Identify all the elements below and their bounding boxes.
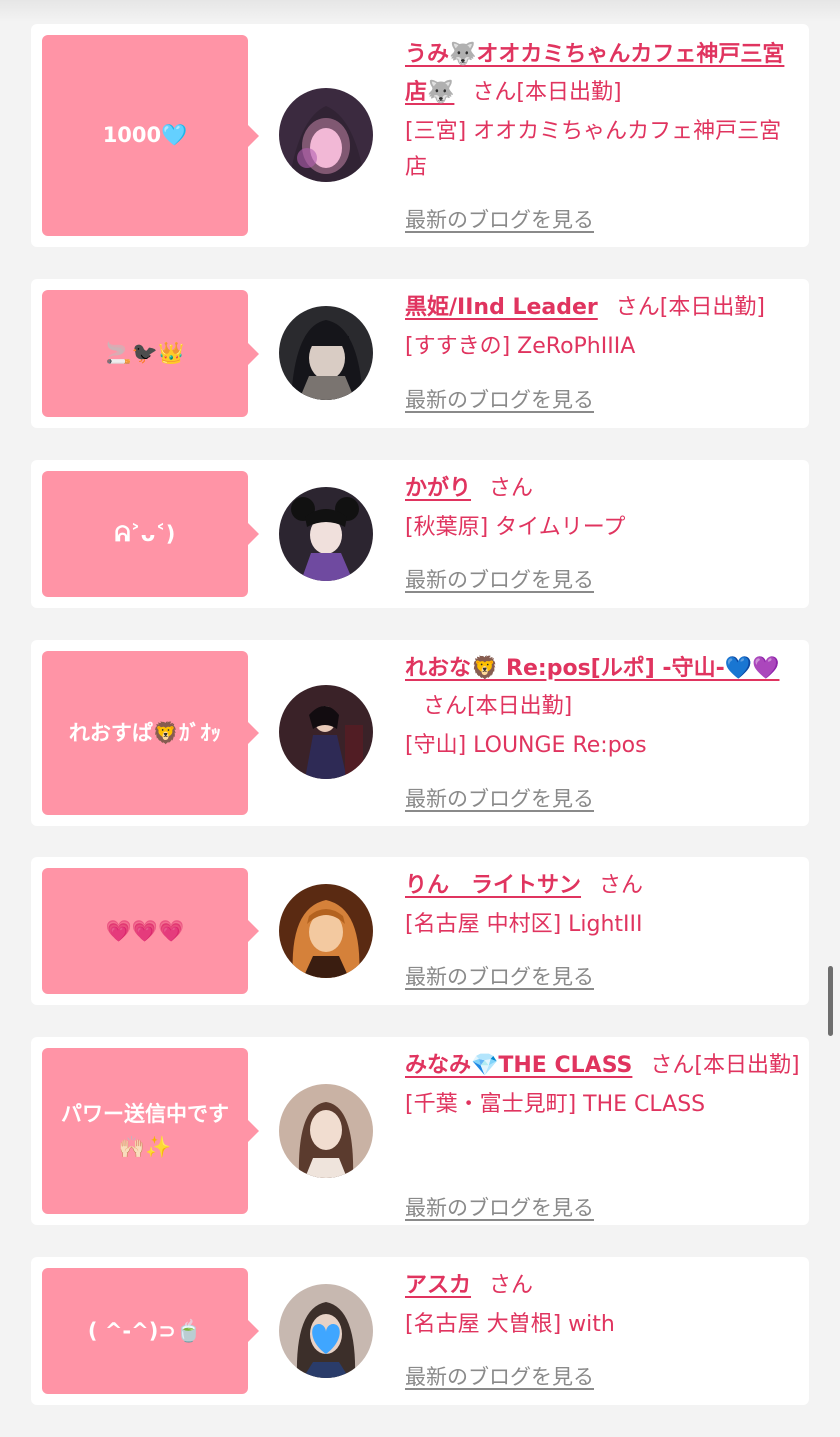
cast-name-link[interactable]: みなみ💎THE CLASS — [405, 1053, 632, 1078]
shop-name: [秋葉原] タイムリープ — [405, 515, 626, 540]
ranking-card: パワー送信中です🙌🏻✨ みなみ💎THE CLASS さん[本日出勤] [千葉・富士… — [31, 1037, 809, 1225]
latest-blog-link[interactable]: 最新のブログを見る — [405, 384, 594, 414]
message-text: ᕱ˃ᴗ˂) — [114, 521, 176, 546]
latest-blog-link[interactable]: 最新のブログを見る — [405, 1361, 594, 1391]
avatar[interactable] — [279, 88, 373, 182]
shop-name: [千葉・富士見町] THE CLASS — [405, 1092, 706, 1117]
cast-name-line: かがり さん — [405, 470, 801, 508]
message-text: ( ^-^)⊃🍵 — [87, 1318, 203, 1343]
cast-name-line: アスカ さん — [405, 1267, 801, 1305]
ranking-card: 💗💗💗 りん ライトサン さん [名古屋 中村区] LightIII 最新のブログ… — [31, 857, 809, 1005]
cast-name-link[interactable]: れおな🦁 Re:pos[ルポ] -守山-💙💜 — [405, 656, 779, 681]
cast-info: りん ライトサン さん [名古屋 中村区] LightIII 最新のブログを見る — [405, 867, 801, 989]
avatar[interactable] — [279, 1084, 373, 1178]
message-bubble: れおすぱ🦁ｶﾞｵｯ — [42, 651, 259, 815]
top-edge — [0, 0, 840, 22]
cast-status: さん[本日出勤] — [650, 1053, 800, 1078]
shop-name: [三宮] オオカミちゃんカフェ神戸三宮店 — [405, 119, 782, 180]
cast-name-link[interactable]: りん ライトサン — [405, 873, 581, 898]
cast-info: アスカ さん [名古屋 大曽根] with 最新のブログを見る — [405, 1267, 801, 1389]
message-bubble: ᕱ˃ᴗ˂) — [42, 471, 259, 597]
cast-status: さん[本日出勤] — [615, 295, 765, 320]
shop-name: [名古屋 大曽根] with — [405, 1312, 615, 1337]
cast-name-line: れおな🦁 Re:pos[ルポ] -守山-💙💜 さん[本日出勤] — [405, 650, 801, 726]
avatar[interactable] — [279, 685, 373, 779]
cast-name-link[interactable]: 黒姫/IInd Leader — [405, 295, 598, 320]
ranking-card: ( ^-^)⊃🍵 アスカ さん [名古屋 大曽根] with 最新のブログを見る — [31, 1257, 809, 1405]
message-bubble: パワー送信中です🙌🏻✨ — [42, 1048, 259, 1214]
scrollbar-thumb[interactable] — [828, 966, 833, 1036]
shop-name: [名古屋 中村区] LightIII — [405, 912, 643, 937]
cast-status: さん — [489, 476, 534, 501]
avatar[interactable] — [279, 487, 373, 581]
avatar[interactable] — [279, 884, 373, 978]
ranking-card: 1000🩵 うみ🐺オオカミちゃんカフェ神戸三宮店🐺 さん[本日出勤] [三宮] オ… — [31, 24, 809, 247]
message-text: 💗💗💗 — [105, 918, 185, 943]
latest-blog-link[interactable]: 最新のブログを見る — [405, 961, 594, 991]
cast-status: さん — [489, 1273, 534, 1298]
ranking-card: 🚬🐦‍⬛👑 黒姫/IInd Leader さん[本日出勤] [すすきの] ZeRo… — [31, 279, 809, 428]
message-bubble: 💗💗💗 — [42, 868, 259, 994]
cast-name-line: うみ🐺オオカミちゃんカフェ神戸三宮店🐺 さん[本日出勤] — [405, 36, 801, 112]
cast-status: さん[本日出勤] — [472, 80, 622, 105]
cast-status: さん[本日出勤] — [423, 694, 573, 719]
cast-info: かがり さん [秋葉原] タイムリープ 最新のブログを見る — [405, 470, 801, 592]
cast-name-line: みなみ💎THE CLASS さん[本日出勤] — [405, 1047, 801, 1085]
cast-info: れおな🦁 Re:pos[ルポ] -守山-💙💜 さん[本日出勤] [守山] LOUN… — [405, 650, 801, 811]
message-text: パワー送信中です🙌🏻✨ — [61, 1102, 229, 1159]
cast-name-link[interactable]: かがり — [405, 476, 471, 501]
latest-blog-link[interactable]: 最新のブログを見る — [405, 564, 594, 594]
ranking-card: れおすぱ🦁ｶﾞｵｯ れおな🦁 Re:pos[ルポ] -守山-💙💜 さん[本日出勤]… — [31, 640, 809, 826]
cast-info: みなみ💎THE CLASS さん[本日出勤] [千葉・富士見町] THE CLAS… — [405, 1047, 801, 1220]
cast-name-link[interactable]: アスカ — [405, 1273, 471, 1298]
message-text: 1000🩵 — [102, 123, 188, 148]
shop-name: [守山] LOUNGE Re:pos — [405, 733, 647, 758]
cast-name-line: りん ライトサン さん — [405, 867, 801, 905]
cast-info: 黒姫/IInd Leader さん[本日出勤] [すすきの] ZeRoPhIIIA… — [405, 289, 801, 412]
avatar[interactable] — [279, 306, 373, 400]
latest-blog-link[interactable]: 最新のブログを見る — [405, 783, 594, 813]
message-text: 🚬🐦‍⬛👑 — [105, 341, 185, 366]
latest-blog-link[interactable]: 最新のブログを見る — [405, 1192, 594, 1222]
message-bubble: 1000🩵 — [42, 35, 259, 236]
latest-blog-link[interactable]: 最新のブログを見る — [405, 204, 594, 234]
cast-name-line: 黒姫/IInd Leader さん[本日出勤] — [405, 289, 801, 327]
message-bubble: 🚬🐦‍⬛👑 — [42, 290, 259, 417]
ranking-card: ᕱ˃ᴗ˂) かがり さん [秋葉原] タイムリープ 最新のブログを見る — [31, 460, 809, 608]
shop-name: [すすきの] ZeRoPhIIIA — [405, 334, 636, 359]
message-text: れおすぱ🦁ｶﾞｵｯ — [68, 720, 222, 745]
cast-status: さん — [599, 873, 644, 898]
cast-info: うみ🐺オオカミちゃんカフェ神戸三宮店🐺 さん[本日出勤] [三宮] オオカミちゃん… — [405, 36, 801, 232]
message-bubble: ( ^-^)⊃🍵 — [42, 1268, 259, 1394]
avatar[interactable] — [279, 1284, 373, 1378]
